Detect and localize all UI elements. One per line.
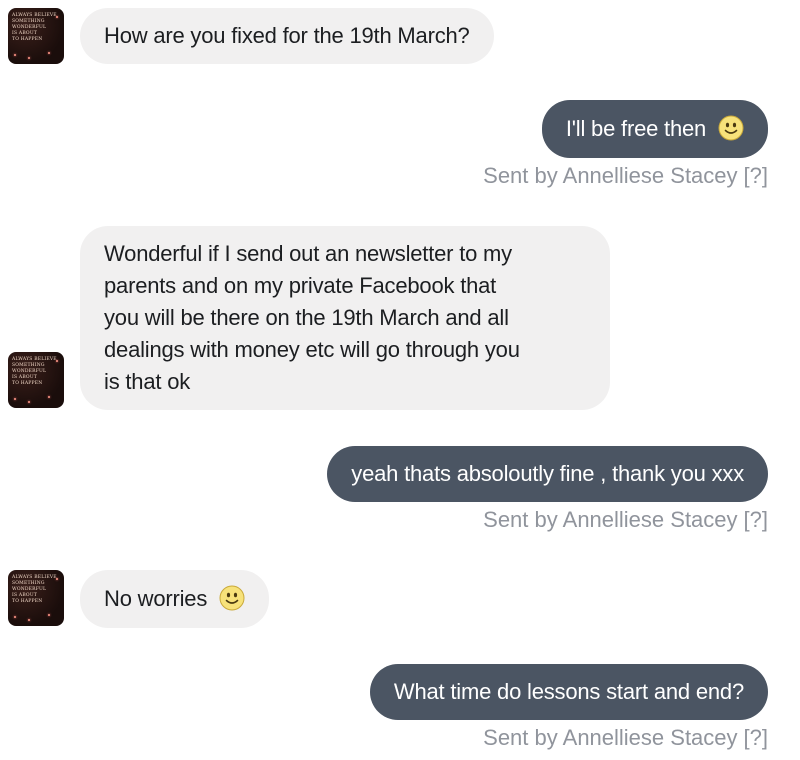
- help-link[interactable]: [?]: [744, 163, 768, 188]
- sent-by-label: Sent by Annelliese Stacey [?]: [483, 163, 768, 188]
- message-text: No worries: [104, 586, 208, 611]
- message-line: parents and on my private Facebook that: [104, 273, 497, 298]
- avatar-caption: Always believe something wonderful is ab…: [12, 357, 57, 386]
- avatar-caption: Always believe something wonderful is ab…: [12, 13, 57, 42]
- message-bubble-incoming[interactable]: Wonderful if I send out an newsletter to…: [80, 226, 610, 410]
- message-text: How are you fixed for the 19th March?: [104, 23, 470, 48]
- message-text: I'll be free then: [565, 116, 707, 141]
- message-text: What time do lessons start and end?: [393, 679, 744, 704]
- sent-by-label: Sent by Annelliese Stacey [?]: [483, 725, 768, 750]
- message-bubble-outgoing[interactable]: What time do lessons start and end?: [369, 664, 768, 720]
- message-line: you will be there on the 19th March and …: [104, 305, 509, 330]
- message-bubble-outgoing[interactable]: yeah thats absoloutly fine , thank you x…: [327, 446, 768, 502]
- smiley-face-icon: [718, 115, 744, 141]
- help-link[interactable]: [?]: [744, 507, 768, 532]
- message-line: is that ok: [104, 369, 191, 394]
- contact-avatar[interactable]: Always believe something wonderful is ab…: [8, 8, 64, 64]
- message-bubble-outgoing[interactable]: I'll be free then: [541, 100, 768, 158]
- sent-by-label: Sent by Annelliese Stacey [?]: [483, 507, 768, 532]
- avatar-caption: Always believe something wonderful is ab…: [12, 575, 57, 604]
- message-text: yeah thats absoloutly fine , thank you x…: [351, 461, 744, 486]
- contact-avatar[interactable]: Always believe something wonderful is ab…: [8, 352, 64, 408]
- message-line: dealings with money etc will go through …: [104, 337, 520, 362]
- message-bubble-incoming[interactable]: How are you fixed for the 19th March?: [80, 8, 494, 64]
- contact-avatar[interactable]: Always believe something wonderful is ab…: [8, 570, 64, 626]
- help-link[interactable]: [?]: [744, 725, 768, 750]
- smiley-face-icon: [219, 585, 245, 611]
- message-bubble-incoming[interactable]: No worries: [80, 570, 270, 628]
- message-line: Wonderful if I send out an newsletter to…: [104, 241, 512, 266]
